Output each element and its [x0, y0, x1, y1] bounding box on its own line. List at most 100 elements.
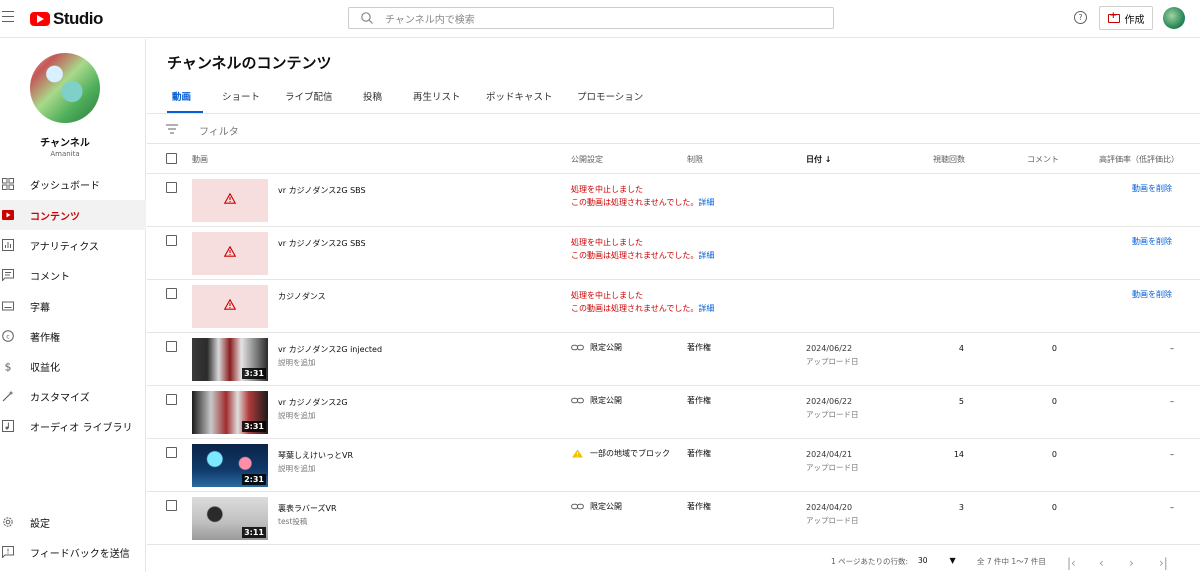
video-title[interactable]: カジノダンス — [278, 291, 326, 302]
visibility-selector[interactable]: 限定公開 — [571, 395, 622, 406]
subtitles-icon — [2, 301, 14, 311]
next-page-icon[interactable]: › — [1129, 556, 1134, 570]
sidebar-item-monetization[interactable]: $ 収益化 — [0, 351, 146, 381]
video-thumbnail[interactable]: 2:31 — [192, 444, 268, 487]
tab-podcasts[interactable]: ポッドキャスト — [486, 89, 553, 103]
rows-per-page-select[interactable]: 30 ▼ — [918, 556, 956, 565]
column-visibility: 公開設定 — [571, 155, 603, 164]
row-checkbox[interactable] — [166, 500, 177, 511]
upload-date-label: アップロード日 — [806, 516, 859, 525]
row-checkbox[interactable] — [166, 288, 177, 299]
chevron-down-icon: ▼ — [949, 556, 956, 565]
thumbnail-error[interactable] — [192, 232, 268, 275]
table-row[interactable]: 3:31 vr カジノダンス2G injected 説明を追加 限定公開 著作権… — [147, 333, 1200, 386]
visibility-label: 一部の地域でブロック — [590, 449, 670, 458]
tab-shorts[interactable]: ショート — [222, 89, 260, 103]
sidebar-item-label: フィードバックを送信 — [30, 548, 130, 560]
restriction-label[interactable]: 著作権 — [687, 395, 711, 406]
row-checkbox[interactable] — [166, 235, 177, 246]
row-checkbox[interactable] — [166, 394, 177, 405]
sidebar-item-subtitles[interactable]: 字幕 — [0, 291, 146, 321]
sidebar-item-audio-library[interactable]: オーディオ ライブラリ — [0, 411, 146, 441]
tab-live[interactable]: ライブ配信 — [285, 89, 333, 103]
table-row[interactable]: 3:31 vr カジノダンス2G 説明を追加 限定公開 著作権 2024/06/… — [147, 386, 1200, 439]
account-avatar[interactable] — [1163, 7, 1185, 29]
table-row[interactable]: vr カジノダンス2G SBS 処理を中止しました この動画は処理されませんでし… — [147, 174, 1200, 227]
studio-logo[interactable]: Studio — [30, 9, 103, 29]
filter-bar[interactable]: フィルタ — [147, 113, 1200, 144]
table-header: 動画 公開設定 制限 日付 ↓ 視聴回数 コメント 高評価率（低評価比） — [147, 144, 1200, 174]
table-row[interactable]: 3:11 裏表ラバーズVR test投稿 限定公開 著作権 2024/04/20… — [147, 492, 1200, 545]
sidebar-item-settings[interactable]: 設定 — [0, 507, 146, 537]
tab-playlists[interactable]: 再生リスト — [413, 89, 461, 103]
delete-video-link[interactable]: 動画を削除 — [1132, 236, 1172, 247]
filter-label: フィルタ — [199, 127, 239, 138]
sidebar-item-feedback[interactable]: フィードバックを送信 — [0, 537, 146, 567]
table-row[interactable]: 2:31 琴葉しえけいっとVR 説明を追加 一部の地域でブロック 著作権 202… — [147, 439, 1200, 492]
view-count: 14 — [953, 450, 964, 459]
prev-page-icon[interactable]: ‹ — [1099, 556, 1104, 570]
video-thumbnail[interactable]: 3:31 — [192, 391, 268, 434]
video-title[interactable]: 琴葉しえけいっとVR — [278, 450, 353, 461]
analytics-icon — [2, 239, 14, 251]
sidebar-item-dashboard[interactable]: ダッシュボード — [0, 169, 146, 199]
row-checkbox[interactable] — [166, 341, 177, 352]
row-checkbox[interactable] — [166, 447, 177, 458]
sidebar-item-content[interactable]: コンテンツ — [0, 200, 146, 230]
warning-icon — [224, 246, 236, 257]
content-icon — [2, 210, 14, 220]
table-row[interactable]: vr カジノダンス2G SBS 処理を中止しました この動画は処理されませんでし… — [147, 227, 1200, 280]
tab-videos[interactable]: 動画 — [172, 89, 191, 103]
sidebar-item-analytics[interactable]: アナリティクス — [0, 230, 146, 260]
sidebar-item-label: カスタマイズ — [30, 392, 90, 404]
column-date[interactable]: 日付 ↓ — [806, 154, 832, 165]
last-page-icon[interactable]: ›| — [1159, 556, 1168, 570]
sidebar-item-comments[interactable]: コメント — [0, 260, 146, 290]
top-bar: Studio チャンネル内で検索 ? 作成 — [0, 0, 1200, 38]
channel-handle: Amanita — [50, 150, 80, 158]
select-all-checkbox[interactable] — [166, 153, 177, 164]
video-thumbnail[interactable]: 3:11 — [192, 497, 268, 540]
restriction-label[interactable]: 著作権 — [687, 501, 711, 512]
view-count: 5 — [958, 397, 964, 406]
detail-link[interactable]: 詳細 — [698, 304, 714, 313]
search-input[interactable]: チャンネル内で検索 — [348, 7, 834, 29]
sidebar-item-copyright[interactable]: c 著作権 — [0, 321, 146, 351]
delete-video-link[interactable]: 動画を削除 — [1132, 183, 1172, 194]
rows-per-page-value: 30 — [918, 556, 928, 565]
restriction-label[interactable]: 著作権 — [687, 448, 711, 459]
video-title[interactable]: vr カジノダンス2G SBS — [278, 238, 366, 249]
comment-count: 0 — [1051, 503, 1057, 512]
link-icon — [571, 344, 584, 351]
menu-icon[interactable] — [2, 11, 14, 23]
tab-promotions[interactable]: プロモーション — [577, 89, 643, 103]
video-title[interactable]: vr カジノダンス2G injected — [278, 344, 382, 355]
sidebar-item-customize[interactable]: カスタマイズ — [0, 381, 146, 411]
help-icon[interactable]: ? — [1074, 11, 1087, 24]
restriction-label[interactable]: 著作権 — [687, 342, 711, 353]
video-thumbnail[interactable]: 3:31 — [192, 338, 268, 381]
first-page-icon[interactable]: |‹ — [1067, 556, 1076, 570]
channel-avatar[interactable] — [30, 53, 100, 123]
sidebar-item-label: 設定 — [30, 518, 50, 530]
visibility-selector[interactable]: 限定公開 — [571, 342, 622, 353]
like-ratio: – — [1170, 397, 1174, 406]
thumbnail-error[interactable] — [192, 179, 268, 222]
upload-date: 2024/06/22 — [806, 344, 853, 353]
column-date-label: 日付 — [806, 155, 822, 164]
video-title[interactable]: vr カジノダンス2G SBS — [278, 185, 366, 196]
video-title[interactable]: vr カジノダンス2G — [278, 397, 348, 408]
visibility-label: 限定公開 — [590, 396, 622, 405]
like-ratio: – — [1170, 344, 1174, 353]
detail-link[interactable]: 詳細 — [698, 251, 714, 260]
delete-video-link[interactable]: 動画を削除 — [1132, 289, 1172, 300]
row-checkbox[interactable] — [166, 182, 177, 193]
visibility-selector[interactable]: 限定公開 — [571, 501, 622, 512]
thumbnail-error[interactable] — [192, 285, 268, 328]
video-title[interactable]: 裏表ラバーズVR — [278, 503, 337, 514]
detail-link[interactable]: 詳細 — [698, 198, 714, 207]
table-row[interactable]: カジノダンス 処理を中止しました この動画は処理されませんでした。詳細 動画を削… — [147, 280, 1200, 333]
visibility-selector[interactable]: 一部の地域でブロック — [571, 448, 670, 459]
create-button[interactable]: 作成 — [1099, 6, 1153, 30]
tab-posts[interactable]: 投稿 — [363, 89, 382, 103]
